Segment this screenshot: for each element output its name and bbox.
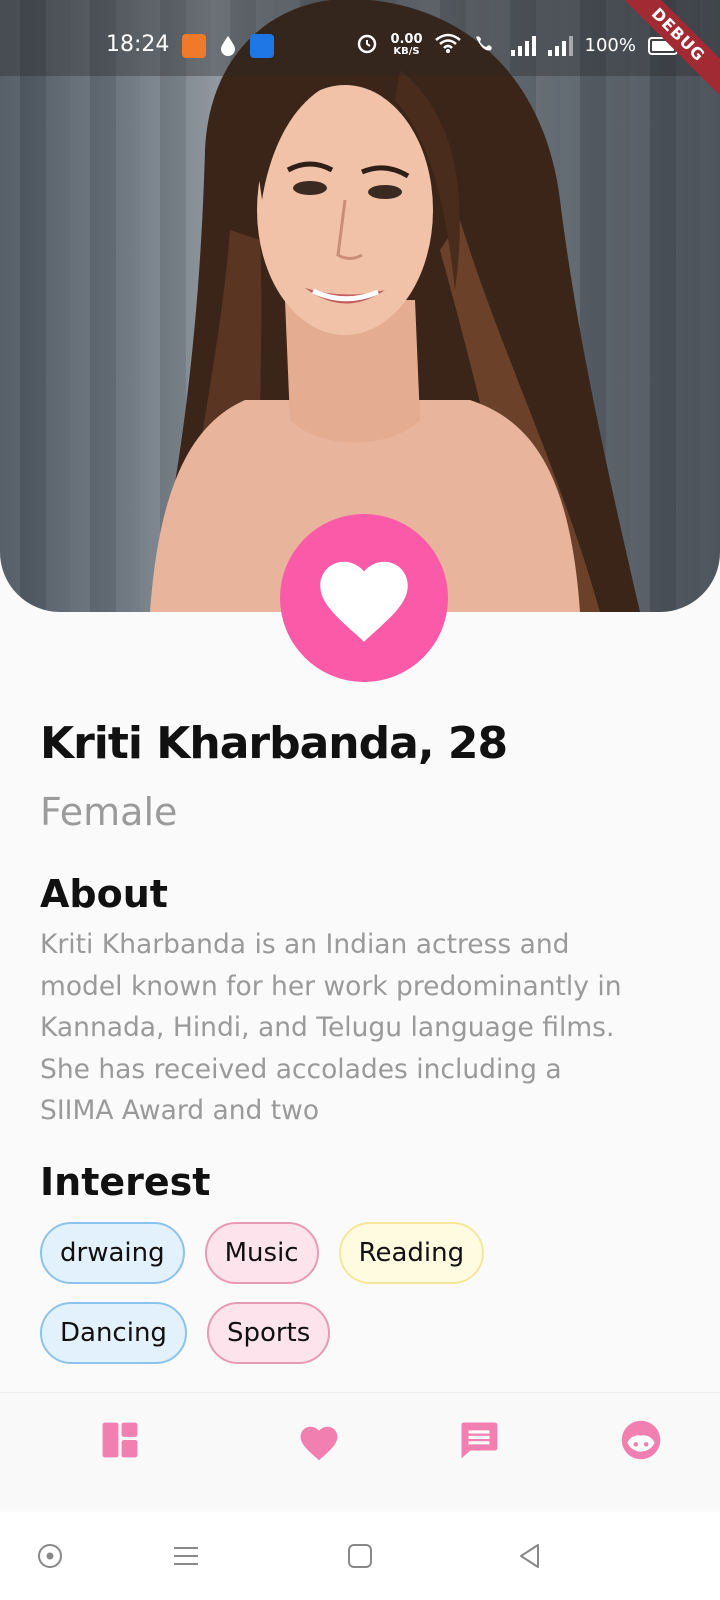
assistant-button[interactable] <box>32 1538 68 1574</box>
heart-icon <box>320 561 408 642</box>
net-speed: 0.00 KB/S <box>390 31 423 58</box>
interest-chip-dancing[interactable]: Dancing <box>40 1302 187 1364</box>
home-button[interactable] <box>342 1538 378 1574</box>
heart-icon <box>300 1426 338 1461</box>
about-heading: About <box>40 872 168 916</box>
interest-chip-sports[interactable]: Sports <box>206 1302 331 1364</box>
home-square-icon <box>348 1544 372 1568</box>
dashboard-icon <box>102 1422 138 1458</box>
nav-chat[interactable] <box>454 1415 504 1465</box>
signal-1-icon <box>510 35 536 56</box>
chat-icon <box>461 1422 498 1459</box>
battery-percent: 100% <box>584 35 636 56</box>
assistant-circle-icon <box>38 1544 62 1568</box>
nav-dashboard[interactable] <box>95 1415 145 1465</box>
alarm-icon <box>356 32 378 59</box>
status-bar: 18:24 0.00 KB/S 100% <box>0 0 720 76</box>
interest-chips: drwaing Music Reading Dancing Sports <box>40 1222 600 1364</box>
wifi-icon <box>434 33 461 58</box>
wifi-call-icon <box>473 33 499 58</box>
profile-gender: Female <box>40 790 178 834</box>
back-triangle-icon <box>520 1544 539 1568</box>
mi-app-icon <box>182 34 206 58</box>
nav-profile[interactable] <box>616 1415 666 1465</box>
bottom-nav <box>0 1392 720 1510</box>
net-speed-value: 0.00 <box>390 31 423 47</box>
status-right: 0.00 KB/S 100% <box>356 31 681 59</box>
drop-app-icon <box>216 34 240 58</box>
usb-icon <box>250 34 274 58</box>
recent-apps-button[interactable] <box>168 1538 204 1574</box>
profile-name-age: Kriti Kharbanda, 28 <box>40 718 508 769</box>
menu-lines-icon <box>174 1547 198 1565</box>
interest-chip-drawing[interactable]: drwaing <box>40 1222 185 1284</box>
status-time: 18:24 <box>106 32 170 57</box>
system-nav-bar <box>0 1512 720 1600</box>
back-button[interactable] <box>512 1538 548 1574</box>
interest-heading: Interest <box>40 1160 211 1204</box>
like-button[interactable] <box>280 514 448 682</box>
interest-chip-music[interactable]: Music <box>204 1222 319 1284</box>
signal-2-icon <box>547 35 573 56</box>
interest-chip-reading[interactable]: Reading <box>338 1222 485 1284</box>
face-icon <box>621 1420 661 1460</box>
nav-likes[interactable] <box>294 1417 344 1467</box>
about-text: Kriti Kharbanda is an Indian actress and… <box>40 929 622 1126</box>
net-speed-unit: KB/S <box>393 45 420 57</box>
